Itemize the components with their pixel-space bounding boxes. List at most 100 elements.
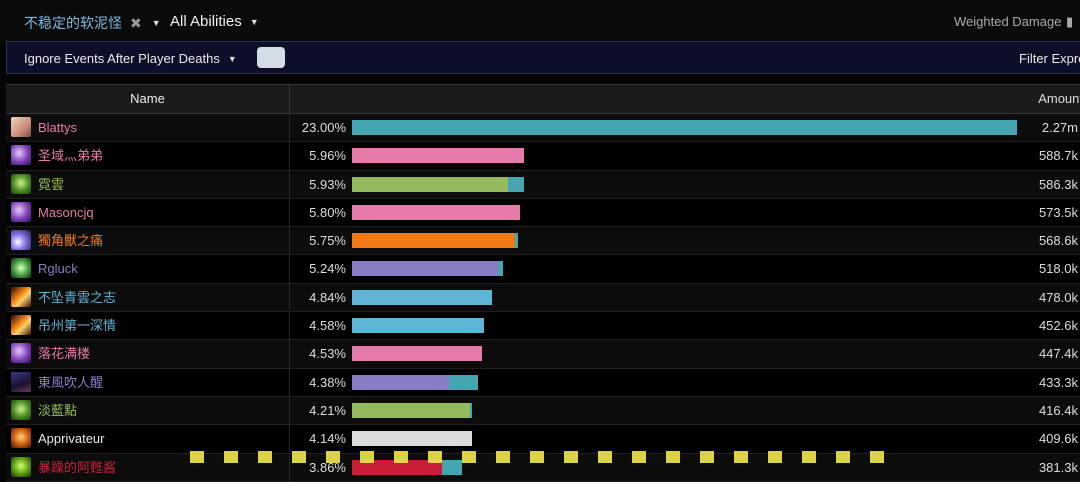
subtitle-overlay	[190, 451, 890, 463]
amount-bar-fill	[352, 402, 470, 418]
player-name-link[interactable]: Blattys	[38, 114, 77, 141]
amount-bar-fill	[352, 289, 492, 305]
amount-value: 573.5k	[1038, 204, 1078, 220]
percent-value: 5.75%	[309, 233, 346, 249]
chevron-down-icon: ▼	[227, 53, 237, 64]
percent-value: 5.80%	[309, 204, 346, 220]
table-row[interactable]: 落花满楼 4.53% 447.4k	[6, 340, 1080, 369]
amount-bar	[352, 402, 1022, 418]
percent-value: 4.14%	[309, 431, 346, 447]
paladin-spell-icon	[11, 201, 31, 222]
table-row[interactable]: 不坠青雲之志 4.84% 478.0k	[6, 283, 1080, 313]
amount-bar-fill	[352, 148, 525, 164]
player-cell: 霓雲	[6, 170, 290, 198]
ignore-events-label: Ignore Events After Player Deaths	[24, 51, 220, 66]
table-row[interactable]: 圣域灬弟弟 5.96% 588.7k	[6, 142, 1080, 171]
fire-spell-icon	[11, 315, 31, 336]
death-knight-spell-icon	[11, 456, 31, 477]
amount-bar	[352, 176, 1022, 192]
table-row[interactable]: 東風吹人醒 4.38% 433.3k	[6, 368, 1080, 397]
amount-bar-fill	[352, 120, 1017, 135]
percent-value: 4.53%	[309, 346, 346, 362]
amount-value: 2.27m	[1041, 120, 1078, 135]
table-row[interactable]: Masoncjq 5.80% 573.5k	[6, 198, 1080, 228]
amount-bar-fill	[352, 431, 472, 447]
table-row[interactable]: 獨角獸之痛 5.75% 568.6k	[6, 227, 1080, 256]
player-name-link[interactable]: 落花满楼	[38, 340, 90, 367]
top-toolbar: 不稳定的软泥怪 ✖ ▼ All Abilities ▼ Weighted Dam…	[0, 0, 1080, 43]
player-name-link[interactable]: 霓雲	[38, 171, 64, 198]
weighted-damage-toggle[interactable]: Weighted Damage	[954, 14, 1061, 29]
player-cell: Masoncjq	[6, 198, 290, 227]
filter-expression-label[interactable]: Filter Expre	[1019, 51, 1080, 66]
amount-bar-fill	[352, 176, 509, 192]
amount-value: 447.4k	[1038, 346, 1078, 362]
filter-toggle[interactable]	[257, 47, 285, 68]
table-row[interactable]: Blattys 23.00% 2.27m	[6, 114, 1080, 143]
column-header-amount[interactable]: Amount	[289, 85, 1080, 113]
table-row[interactable]: 淡藍點 4.21% 416.4k	[6, 396, 1080, 426]
percent-value: 4.58%	[309, 318, 346, 334]
player-name-link[interactable]: 暴躁的阿甦酱	[38, 454, 116, 481]
player-name-link[interactable]: 東風吹人醒	[38, 369, 103, 396]
player-cell: 落花满楼	[6, 340, 290, 368]
amount-bar-extra	[497, 261, 503, 277]
column-header-name[interactable]: Name	[6, 85, 290, 113]
chevron-down-icon: ▼	[249, 16, 259, 27]
amount-bar	[352, 289, 1022, 305]
damage-table: Name Amount Blattys 23.00% 2.27m 圣域灬弟弟 5.96%…	[6, 84, 1080, 482]
amount-value: 433.3k	[1038, 374, 1078, 390]
amount-value: 416.4k	[1038, 402, 1078, 418]
player-cell: Apprivateur	[6, 425, 290, 453]
amount-bar	[352, 261, 1022, 277]
table-row[interactable]: 吊州第一深情 4.58% 452.6k	[6, 312, 1080, 341]
druid-spell-icon	[11, 230, 31, 251]
player-name-link[interactable]: 圣域灬弟弟	[38, 142, 103, 169]
filter-bar: Ignore Events After Player Deaths ▼ Filt…	[6, 41, 1080, 74]
blood-elf-female-portrait-icon	[11, 117, 31, 137]
amount-value: 478.0k	[1038, 289, 1078, 305]
fire-spell-icon	[11, 286, 31, 307]
abilities-label: All Abilities	[170, 13, 242, 30]
table-row[interactable]: Rgluck 5.24% 518.0k	[6, 255, 1080, 284]
player-cell: Rgluck	[6, 255, 290, 283]
hunter-spell-icon	[11, 399, 31, 420]
amount-bar	[352, 431, 1022, 447]
amount-bar	[352, 318, 1022, 334]
ignore-events-select[interactable]: Ignore Events After Player Deaths ▼	[24, 51, 237, 66]
player-name-link[interactable]: 淡藍點	[38, 397, 77, 424]
player-cell: 淡藍點	[6, 396, 290, 425]
player-name-link[interactable]: 不坠青雲之志	[38, 284, 116, 311]
player-name-link[interactable]: 吊州第一深情	[38, 312, 116, 339]
amount-bar	[352, 233, 1022, 249]
player-name-link[interactable]: 獨角獸之痛	[38, 227, 103, 254]
amount-value: 586.3k	[1038, 176, 1078, 192]
amount-bar-extra	[514, 233, 518, 249]
table-row[interactable]: Apprivateur 4.14% 409.6k	[6, 425, 1080, 454]
player-name-link[interactable]: Masoncjq	[38, 199, 94, 226]
amount-value: 409.6k	[1038, 431, 1078, 447]
amount-bar	[352, 374, 1022, 390]
table-row[interactable]: 霓雲 5.93% 586.3k	[6, 170, 1080, 199]
amount-bar	[352, 346, 1022, 362]
clear-target-icon[interactable]: ✖	[130, 15, 142, 32]
target-label: 不稳定的软泥怪	[24, 15, 122, 31]
amount-value: 381.3k	[1038, 459, 1078, 475]
amount-bar-fill	[352, 346, 482, 362]
percent-value: 5.93%	[309, 176, 346, 192]
paladin-spell-icon	[11, 343, 31, 364]
toolbar-overflow-icon[interactable]: ▮	[1066, 14, 1073, 30]
target-select[interactable]: 不稳定的软泥怪 ✖ ▼	[24, 13, 161, 33]
percent-value: 4.84%	[309, 289, 346, 305]
player-name-link[interactable]: Apprivateur	[38, 425, 104, 452]
amount-bar-fill	[352, 318, 484, 334]
paladin-spell-icon	[11, 145, 31, 166]
abilities-select[interactable]: All Abilities ▼	[170, 13, 259, 30]
amount-value: 452.6k	[1038, 318, 1078, 334]
amount-bar-fill	[352, 204, 520, 220]
percent-value: 4.38%	[309, 374, 346, 390]
chevron-down-icon: ▼	[151, 18, 161, 28]
amount-value: 588.7k	[1038, 148, 1078, 164]
player-name-link[interactable]: Rgluck	[38, 255, 78, 282]
player-cell: 獨角獸之痛	[6, 227, 290, 255]
